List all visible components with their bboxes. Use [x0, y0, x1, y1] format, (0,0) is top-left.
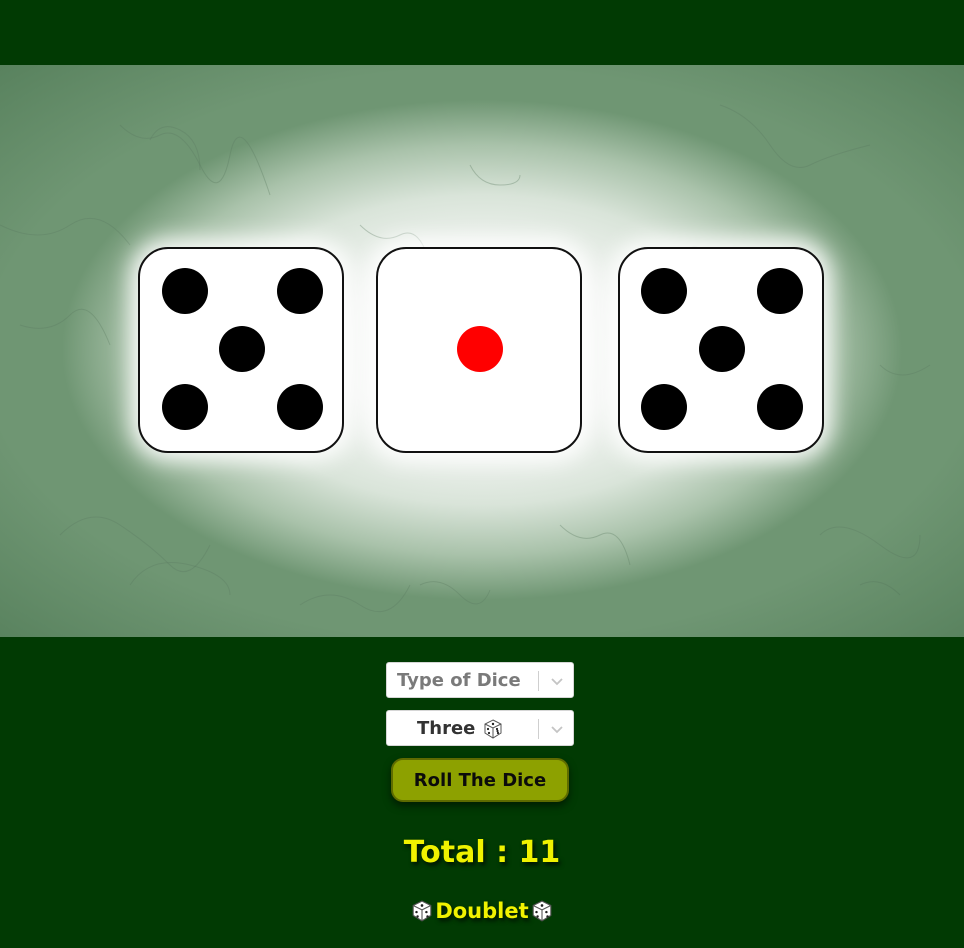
dice-count-select[interactable]: Three [386, 710, 574, 746]
die-pip [277, 268, 323, 314]
die-pip [757, 384, 803, 430]
dice-icon [532, 900, 552, 922]
die-2 [376, 247, 582, 453]
select-separator [538, 719, 539, 739]
dice-type-value: Type of Dice [397, 670, 521, 691]
dice-count-value: Three [417, 711, 503, 747]
result-label: Doublet [0, 899, 964, 923]
dice-icon [412, 900, 432, 922]
dice-board [0, 65, 964, 637]
result-text: Doublet [435, 899, 529, 923]
dice-count-text: Three [417, 718, 476, 739]
die-3 [618, 247, 824, 453]
dice-icon [484, 719, 502, 739]
die-pip [162, 384, 208, 430]
die-1 [138, 247, 344, 453]
die-pip [641, 268, 687, 314]
controls-panel: Type of Dice Three Roll The Dice Total:… [0, 637, 964, 948]
die-pip [219, 326, 265, 372]
dice-type-select[interactable]: Type of Dice [386, 662, 574, 698]
die-pip [457, 326, 503, 372]
top-bar [0, 0, 964, 65]
die-pip [699, 326, 745, 372]
roll-dice-button[interactable]: Roll The Dice [391, 758, 569, 802]
chevron-down-icon[interactable] [549, 721, 565, 737]
die-pip [277, 384, 323, 430]
die-pip [757, 268, 803, 314]
total-label: Total : 11 [403, 835, 561, 870]
die-pip [641, 384, 687, 430]
chevron-down-icon[interactable] [549, 673, 565, 689]
select-separator [538, 671, 539, 691]
die-pip [162, 268, 208, 314]
